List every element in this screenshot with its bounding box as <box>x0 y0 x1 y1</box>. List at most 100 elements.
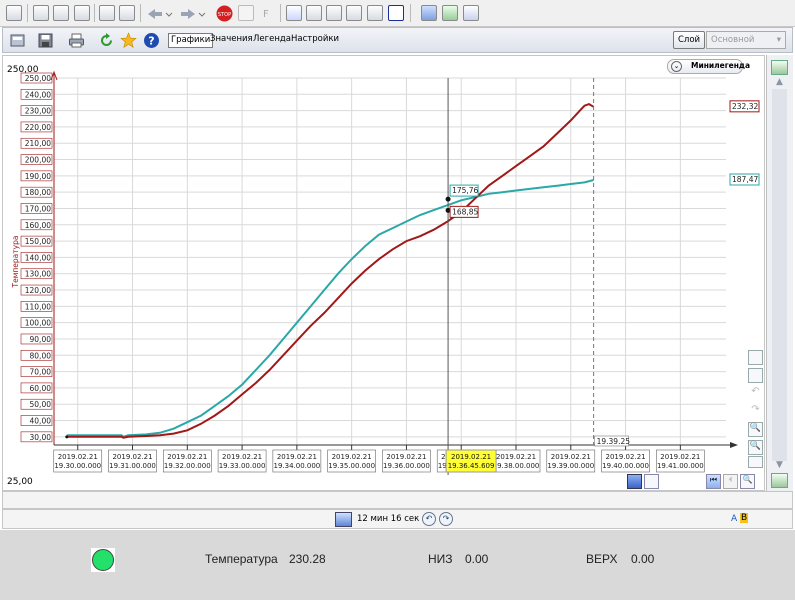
tab-settings[interactable]: Настройки <box>289 33 341 48</box>
star-icon[interactable] <box>120 32 137 49</box>
high-limit-label: ВЕРХ <box>586 552 618 566</box>
x-tick-time: 19.38.00.000 <box>493 462 540 470</box>
table-icon[interactable] <box>306 5 322 21</box>
toolbar-separator <box>280 4 281 22</box>
time-navigation-bar: 12 мин 16 сек ↶ ↷ A B <box>2 509 793 529</box>
layout-icon[interactable] <box>421 5 437 21</box>
y-axis-title: Температура <box>11 236 20 289</box>
cursor-time-time: 19.36.45.609 <box>448 462 495 470</box>
end-time-label: 19.39.25 <box>597 437 631 446</box>
f-icon[interactable]: F <box>260 5 274 22</box>
grid-icon[interactable] <box>463 5 479 21</box>
tab-graphs[interactable]: Графики <box>168 33 214 48</box>
y-tick-label: 240,00 <box>25 90 51 99</box>
scroll-down-icon[interactable]: ▼ <box>772 460 787 471</box>
status-panel: Температура 230.28 НИЗ 0.00 ВЕРХ 0.00 <box>0 530 795 600</box>
x-tick-date: 2019.02.21 <box>58 453 98 461</box>
layer-select[interactable]: Основной ▾ <box>706 31 786 49</box>
scroll-track[interactable] <box>772 89 787 461</box>
print-preview-icon[interactable] <box>238 5 254 21</box>
x-tick-date: 2019.02.21 <box>332 453 372 461</box>
layer-button[interactable]: Слой <box>673 31 705 49</box>
trash-icon[interactable] <box>74 5 90 21</box>
redo-zoom-icon[interactable]: ↷ <box>748 404 763 419</box>
vertical-scrollbar[interactable]: ▲ ▼ <box>766 55 793 491</box>
calendar-icon[interactable] <box>748 456 763 468</box>
redo-icon[interactable]: ↷ <box>439 512 453 526</box>
checkbox-icon[interactable] <box>6 5 22 21</box>
zoom-window-icon[interactable] <box>748 368 763 383</box>
channels-icon[interactable] <box>286 5 302 21</box>
device-icon[interactable] <box>53 5 69 21</box>
x-tick-date: 2019.02.21 <box>112 453 152 461</box>
forward-icon[interactable] <box>179 7 209 21</box>
y-tick-label: 230,00 <box>25 107 51 116</box>
chart-icon[interactable] <box>442 5 458 21</box>
report-icon[interactable] <box>326 5 342 21</box>
x-tick-time: 19.30.00.000 <box>54 462 101 470</box>
frame-icon[interactable] <box>388 5 404 21</box>
list-view-icon[interactable] <box>644 474 659 489</box>
x-tick-time: 19.32.00.000 <box>164 462 211 470</box>
undo-icon[interactable]: ↶ <box>422 512 436 526</box>
x-tick-date: 2019.02.21 <box>551 453 591 461</box>
chevron-down-icon: ▾ <box>776 35 781 45</box>
refresh-icon[interactable] <box>98 32 115 49</box>
start-dot <box>65 435 69 439</box>
y-tick-label: 60,00 <box>30 384 52 393</box>
scroll-up-icon[interactable]: ▲ <box>772 77 787 88</box>
prev-page-icon[interactable]: ⏴ <box>723 474 738 489</box>
first-page-icon[interactable]: ⏮ <box>706 474 721 489</box>
y-tick-label: 120,00 <box>25 286 51 295</box>
horizontal-scrollbar[interactable] <box>2 491 793 509</box>
undo-zoom-icon[interactable]: ↶ <box>748 386 763 401</box>
zoom-out-icon[interactable]: 🔍 <box>748 440 763 455</box>
scroll-top-icon[interactable] <box>771 60 788 75</box>
x-tick-date: 2019.02.21 <box>222 453 262 461</box>
zoom-fit-icon[interactable] <box>748 350 763 365</box>
duration-label: 12 мин 16 сек <box>357 514 420 524</box>
timeline-icon[interactable] <box>335 512 352 527</box>
x-tick-time: 19.40.00.000 <box>602 462 649 470</box>
marker-b[interactable]: B <box>740 513 749 523</box>
back-icon[interactable] <box>146 7 176 21</box>
y-tick-label: 220,00 <box>25 123 51 132</box>
image-icon[interactable] <box>367 5 383 21</box>
save-icon[interactable] <box>37 32 54 49</box>
zoom-in-icon[interactable]: 🔍 <box>748 422 763 437</box>
help-icon[interactable]: ? <box>143 32 160 49</box>
grid-view-icon[interactable] <box>627 474 642 489</box>
cursor-dot-teal <box>445 196 451 202</box>
tab-values[interactable]: Значения <box>208 33 255 48</box>
low-limit-value: 0.00 <box>465 552 489 566</box>
scroll-bottom-icon[interactable] <box>771 473 788 488</box>
marker-a[interactable]: A <box>731 514 737 524</box>
open-icon[interactable] <box>9 32 26 49</box>
stop-icon[interactable]: STOP <box>216 5 233 22</box>
y-tick-label: 70,00 <box>30 368 52 377</box>
y-tick-label: 50,00 <box>30 400 52 409</box>
export-icon[interactable] <box>346 5 362 21</box>
zoom-controls: ↶ ↷ 🔍 🔍 <box>748 350 764 468</box>
temperature-chart[interactable]: 30,00 40,00 50,00 60,00 70,00 80,00 90,00 100,0… <box>3 56 764 490</box>
x-tick-time: 19.41.00.000 <box>657 462 704 470</box>
cursor-time-date: 2019.02.21 <box>451 453 491 461</box>
cursor-value-teal: 175,76 <box>452 186 478 195</box>
svg-text:STOP: STOP <box>218 12 231 18</box>
x-tick-date: 2019.02.21 <box>496 453 536 461</box>
x-tick-time: 19.39.00.000 <box>547 462 594 470</box>
tab-legend[interactable]: Легенда <box>251 33 293 48</box>
x-tick-time: 19.35.00.000 <box>328 462 375 470</box>
home-icon[interactable] <box>99 5 115 21</box>
zoom-in-icon[interactable]: 🔍 <box>740 474 755 489</box>
toolbar-separator <box>27 4 28 22</box>
print-icon[interactable] <box>68 32 85 49</box>
up-level-icon[interactable] <box>119 5 135 21</box>
x-tick-date: 2019.02.21 <box>660 453 700 461</box>
temperature-label: Температура <box>205 552 278 566</box>
chart-toolbar: ? Графики Значения Легенда Настройки Сло… <box>2 27 793 53</box>
chart-panel: 250,00 25,00 ⌄ Минилегенда 30,00 40,00 50,… <box>2 55 765 491</box>
y-tick-label: 90,00 <box>30 335 52 344</box>
window-icon[interactable] <box>33 5 49 21</box>
x-tick-date: 2019.02.21 <box>277 453 317 461</box>
